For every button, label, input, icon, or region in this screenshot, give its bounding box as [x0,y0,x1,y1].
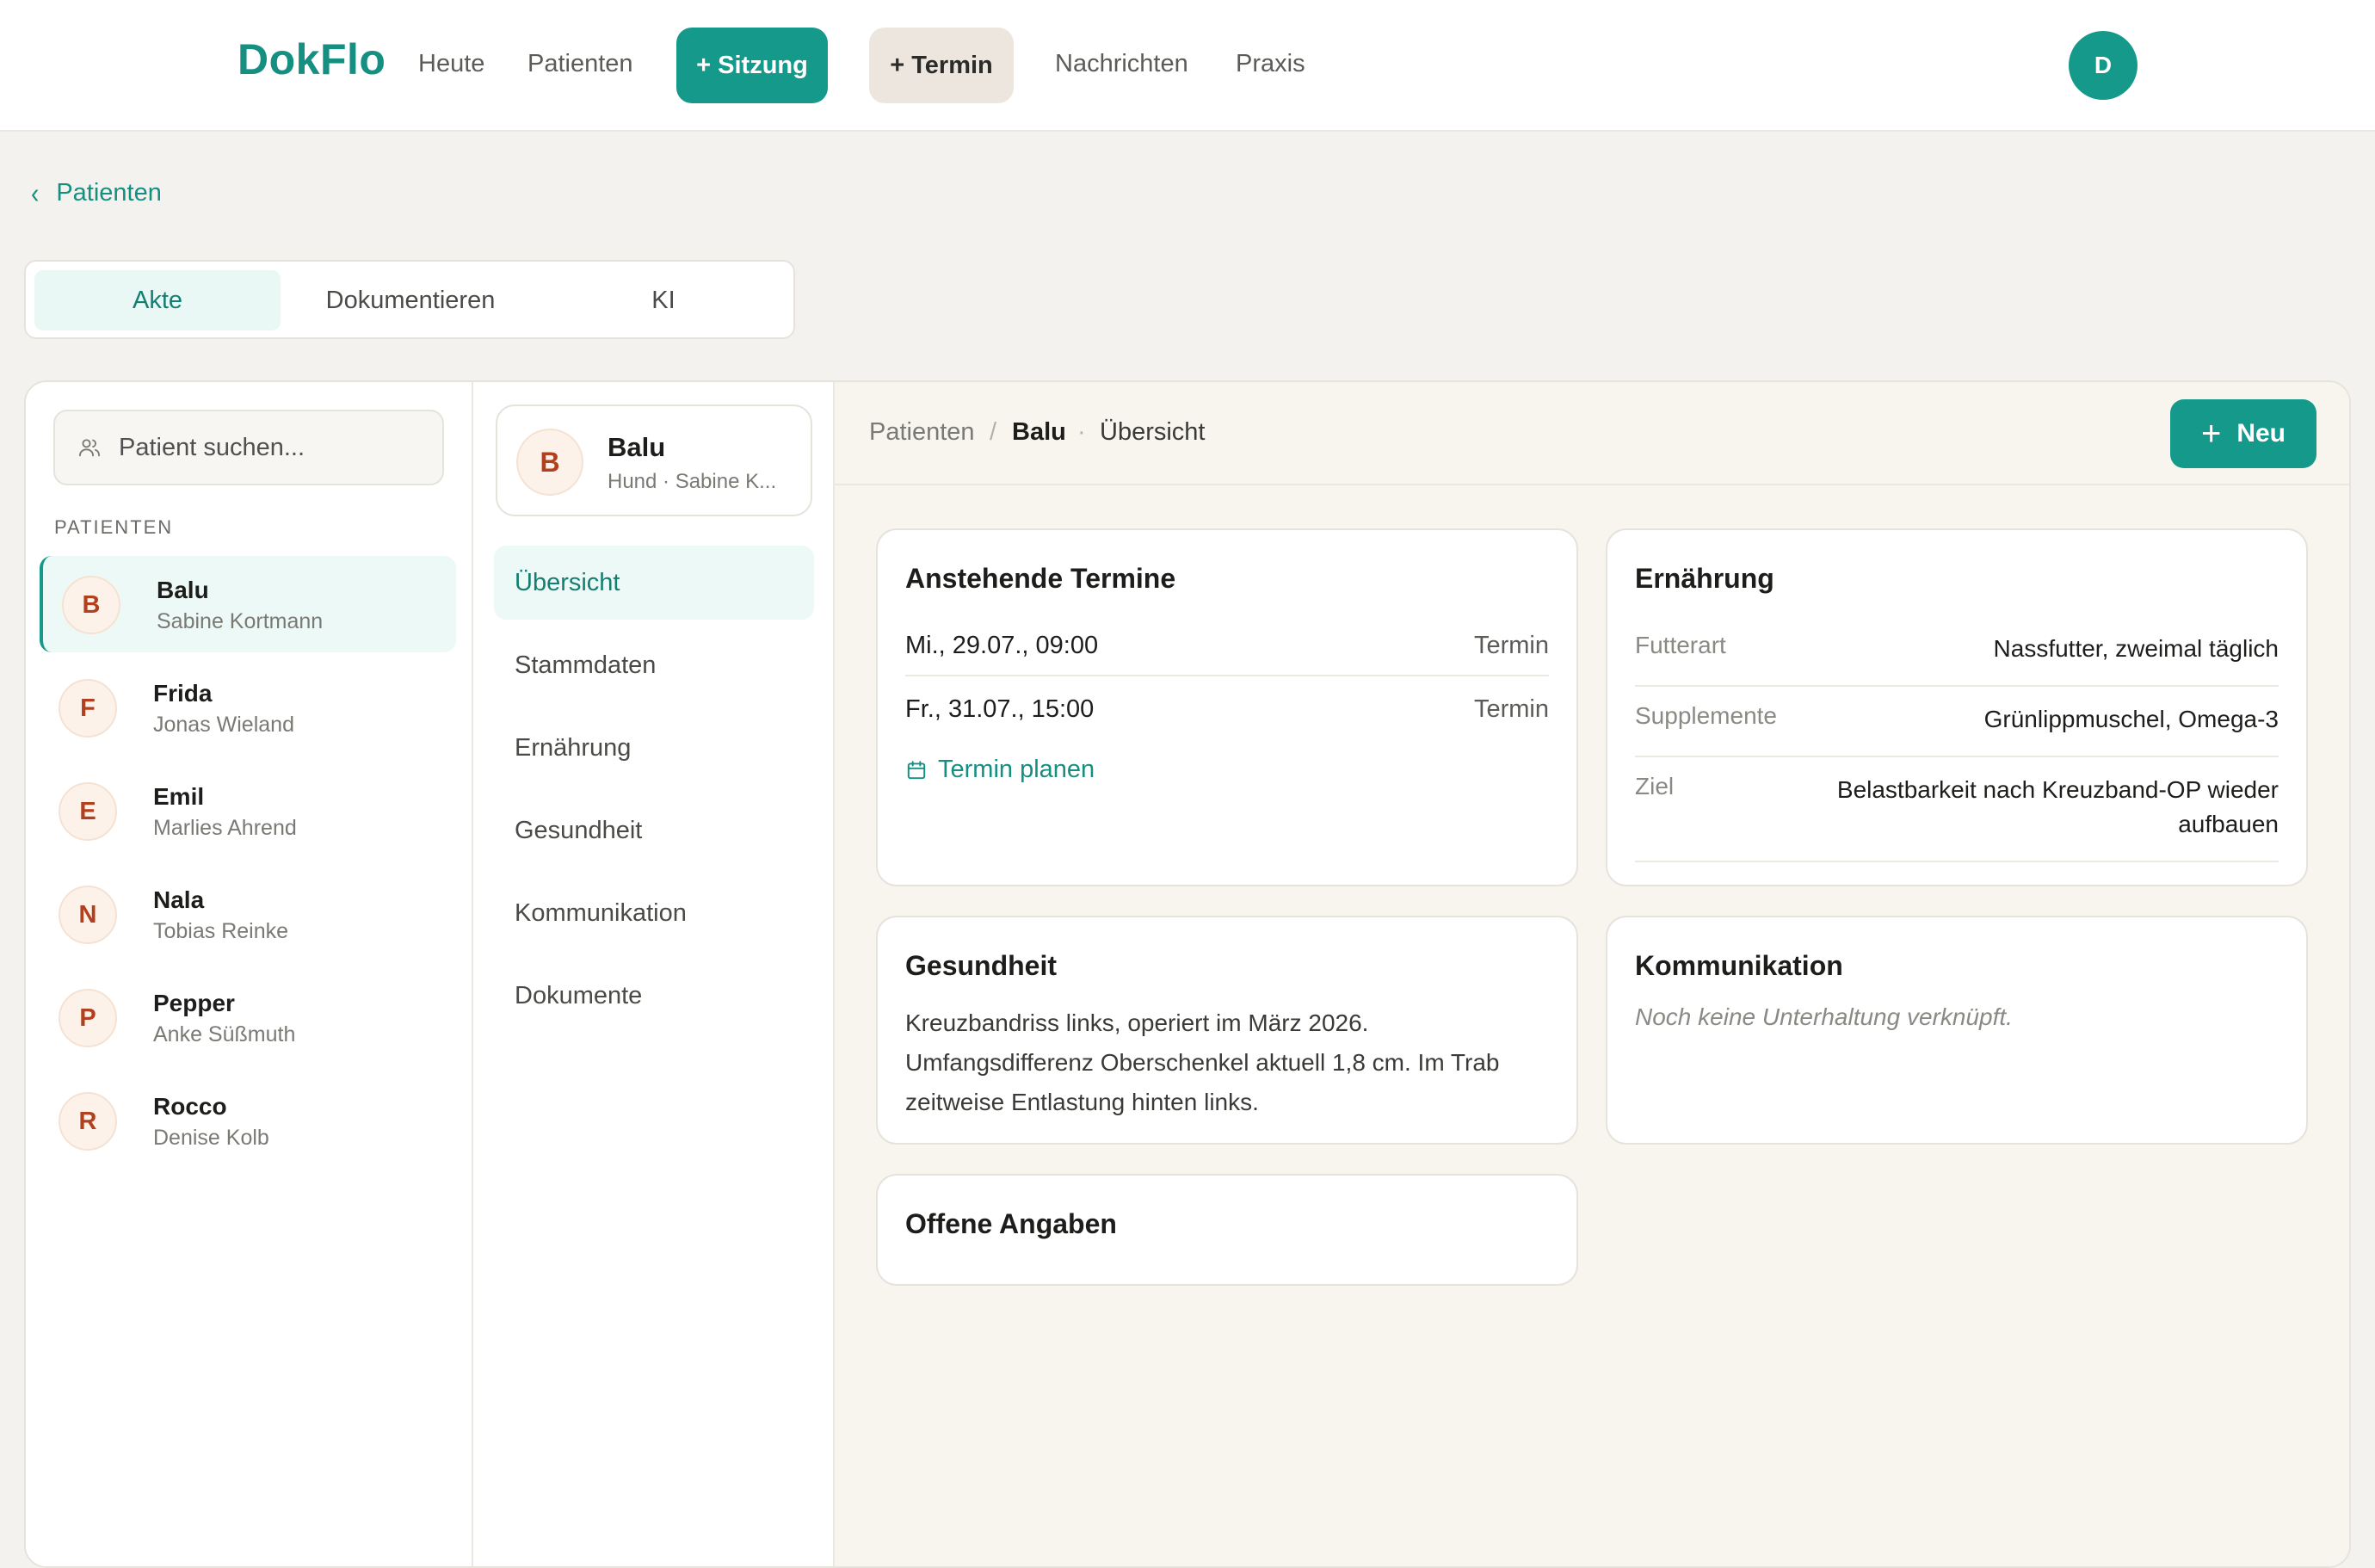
patient-owner: Sabine Kortmann [157,609,324,633]
patient-avatar: F [59,679,117,738]
mode-tabs: Akte Dokumentieren KI [24,260,795,339]
card-title: Gesundheit [905,950,1058,981]
breadcrumb-page: Übersicht [1100,418,1206,446]
breadcrumb-patient[interactable]: Balu [1012,418,1066,447]
nutrition-row: Ziel Belastbarkeit nach Kreuzband-OP wie… [1635,757,2279,862]
plan-appointment-label: Termin planen [938,756,1095,783]
patient-list-item-emil[interactable]: E Emil Marlies Ahrend [40,762,456,859]
patient-owner: Jonas Wieland [153,713,294,737]
nutrition-key: Ziel [1635,773,1675,799]
appointment-row[interactable]: Mi., 29.07., 09:00 Termin [905,614,1549,676]
patient-name: Pepper [153,990,235,1016]
plan-appointment-link[interactable]: Termin planen [905,756,1095,784]
back-link-label: Patienten [56,179,162,207]
patient-owner: Denise Kolb [153,1126,269,1150]
top-navigation-bar: DokFlo Heute Patienten + Sitzung + Termi… [0,0,2375,132]
card-communication: Kommunikation Noch keine Unterhaltung ve… [1606,916,2308,1145]
breadcrumb-dot: · [1077,418,1086,446]
patient-search-input[interactable]: Patient suchen... [53,410,444,485]
new-entry-button[interactable]: + Neu [2170,399,2316,468]
selected-patient-subtitle: Hund · Sabine K... [608,470,777,493]
patient-avatar: E [59,782,117,841]
app-logo[interactable]: DokFlo [238,34,386,84]
nutrition-key: Supplemente [1635,702,1778,729]
section-item-stammdaten[interactable]: Stammdaten [494,628,814,702]
card-title: Offene Angaben [905,1208,1117,1239]
users-icon [78,439,101,457]
section-item-ernaehrung[interactable]: Ernährung [494,711,814,785]
patient-name: Frida [153,680,213,707]
patient-name: Balu [157,577,209,603]
section-item-uebersicht[interactable]: Übersicht [494,546,814,620]
plus-icon: + [2200,415,2222,453]
patient-owner: Marlies Ahrend [153,816,297,840]
card-title: Kommunikation [1635,950,1843,981]
appointment-type: Termin [1473,632,1549,659]
card-appointments: Anstehende Termine Mi., 29.07., 09:00 Te… [876,528,1578,886]
patient-name: Rocco [153,1093,227,1120]
card-nutrition: Ernährung Futterart Nassfutter, zweimal … [1606,528,2308,886]
user-avatar[interactable]: D [2069,31,2138,100]
section-item-gesundheit[interactable]: Gesundheit [494,793,814,867]
section-item-dokumente[interactable]: Dokumente [494,959,814,1033]
patient-avatar: B [62,576,120,634]
patient-list-panel: Patient suchen... PATIENTEN B Balu Sabin… [26,382,473,1566]
patient-owner: Anke Süßmuth [153,1022,296,1046]
record-content: Patienten / Balu · Übersicht + Neu Anste… [835,382,2349,1566]
patient-list-item-rocco[interactable]: R Rocco Denise Kolb [40,1072,456,1169]
new-session-button[interactable]: + Sitzung [676,28,828,103]
new-appointment-button[interactable]: + Termin [869,28,1014,103]
patient-list-item-pepper[interactable]: P Pepper Anke Süßmuth [40,969,456,1065]
nutrition-row: Futterart Nassfutter, zweimal täglich [1635,616,2279,687]
section-item-kommunikation[interactable]: Kommunikation [494,876,814,950]
nutrition-value: Nassfutter, zweimal täglich [1993,635,2279,662]
selected-patient-avatar: B [516,429,583,496]
patient-avatar: R [59,1092,117,1151]
card-health: Gesundheit Kreuzbandriss links, operiert… [876,916,1578,1145]
breadcrumb-patients[interactable]: Patienten [869,418,975,447]
patient-list-item-nala[interactable]: N Nala Tobias Reinke [40,866,456,962]
card-title: Anstehende Termine [905,563,1176,594]
back-to-patients-link[interactable]: ‹ Patienten [31,176,162,209]
appointment-type: Termin [1473,695,1549,723]
content-header: Patienten / Balu · Übersicht + Neu [835,382,2349,485]
appointment-row[interactable]: Fr., 31.07., 15:00 Termin [905,678,1549,740]
patient-avatar: N [59,886,117,944]
chevron-left-icon: ‹ [31,176,40,209]
record-workspace: Patient suchen... PATIENTEN B Balu Sabin… [24,380,2351,1568]
patient-owner: Tobias Reinke [153,919,289,943]
nav-link-messages[interactable]: Nachrichten [1055,50,1188,78]
search-placeholder: Patient suchen... [119,433,305,461]
patient-avatar: P [59,989,117,1047]
nutrition-value: Grünlippmuschel, Omega-3 [1983,706,2279,732]
tab-akte[interactable]: Akte [34,270,281,330]
nutrition-value: Belastbarkeit nach Kreuzband-OP wieder a… [1836,776,2279,837]
patient-list-item-balu[interactable]: B Balu Sabine Kortmann [40,556,456,652]
tab-dokumentieren[interactable]: Dokumentieren [287,270,534,330]
appointment-date: Mi., 29.07., 09:00 [905,632,1099,659]
nav-link-today[interactable]: Heute [418,50,484,78]
patient-list-item-frida[interactable]: F Frida Jonas Wieland [40,659,456,756]
patient-list-heading: PATIENTEN [54,516,174,538]
communication-empty-state: Noch keine Unterhaltung verknüpft. [1635,1003,2013,1030]
selected-patient-card: B Balu Hund · Sabine K... [496,404,812,516]
patient-name: Nala [153,886,205,913]
tab-ki[interactable]: KI [540,270,787,330]
nutrition-key: Futterart [1635,632,1726,658]
breadcrumb-separator: / [990,418,997,446]
health-summary: Kreuzbandriss links, operiert im März 20… [905,1009,1500,1115]
nutrition-row: Supplemente Grünlippmuschel, Omega-3 [1635,687,2279,757]
record-section-panel: B Balu Hund · Sabine K... Übersicht Stam… [473,382,835,1566]
selected-patient-name: Balu [608,432,666,462]
new-button-label: Neu [2236,419,2286,448]
calendar-icon [907,760,926,779]
card-open-items: Offene Angaben [876,1174,1578,1286]
appointment-date: Fr., 31.07., 15:00 [905,695,1095,723]
card-title: Ernährung [1635,563,1774,594]
nav-link-patients[interactable]: Patienten [527,50,633,78]
nav-link-practice[interactable]: Praxis [1236,50,1305,78]
patient-name: Emil [153,783,205,810]
